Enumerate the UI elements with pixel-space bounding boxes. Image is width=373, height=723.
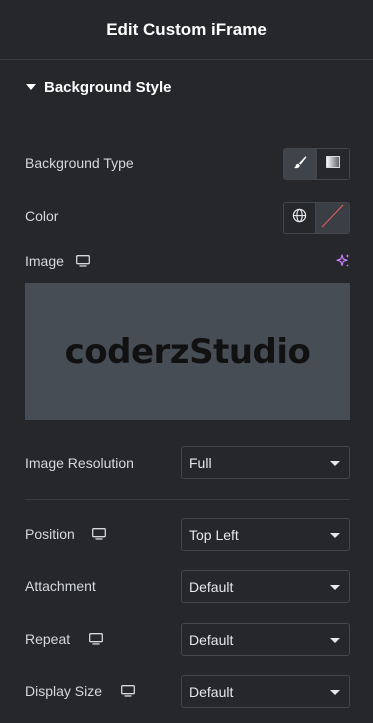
position-value: Top Left	[189, 526, 239, 543]
attachment-select[interactable]: Default	[181, 570, 350, 603]
image-label: Image	[25, 251, 90, 271]
panel-header: Edit Custom iFrame	[0, 0, 373, 60]
no-color-slash-icon	[316, 203, 349, 233]
panel-title: Edit Custom iFrame	[106, 19, 267, 39]
desktop-icon[interactable]	[121, 685, 135, 697]
display-size-label: Display Size	[25, 681, 135, 701]
color-label: Color	[25, 206, 58, 226]
chevron-down-icon	[330, 638, 340, 643]
attachment-label: Attachment	[25, 576, 96, 596]
repeat-label: Repeat	[25, 629, 104, 649]
chevron-down-icon	[330, 585, 340, 590]
global-colors-button[interactable]	[284, 203, 315, 233]
attachment-label-text: Attachment	[25, 578, 96, 594]
position-label-text: Position	[25, 526, 75, 542]
section-divider	[25, 499, 350, 500]
display-size-label-text: Display Size	[25, 683, 103, 699]
repeat-select[interactable]: Default	[181, 623, 350, 656]
chevron-down-icon	[330, 533, 340, 538]
background-type-label-text: Background Type	[25, 155, 134, 171]
caret-down-icon	[26, 84, 36, 90]
image-label-text: Image	[25, 253, 64, 269]
repeat-value: Default	[189, 631, 234, 648]
chevron-down-icon	[330, 690, 340, 695]
image-resolution-value: Full	[189, 454, 212, 471]
chevron-down-icon	[330, 461, 340, 466]
globe-icon	[292, 208, 307, 228]
section-title: Background Style	[44, 78, 172, 96]
image-logo: coderzStudio	[64, 331, 311, 372]
display-size-select[interactable]: Default	[181, 675, 350, 708]
repeat-label-text: Repeat	[25, 631, 71, 647]
image-resolution-label-text: Image Resolution	[25, 455, 134, 471]
color-swatch-button[interactable]	[315, 203, 349, 233]
color-control	[283, 202, 350, 234]
color-label-text: Color	[25, 208, 59, 224]
section-toggle-background-style[interactable]: Background Style	[26, 76, 172, 98]
background-type-gradient-button[interactable]	[316, 149, 349, 179]
background-type-label: Background Type	[25, 153, 134, 173]
desktop-icon[interactable]	[91, 528, 106, 540]
image-resolution-select[interactable]: Full	[181, 446, 350, 479]
desktop-icon[interactable]	[89, 633, 104, 645]
background-type-toggle	[283, 148, 350, 180]
image-preview[interactable]: coderzStudio	[25, 283, 350, 420]
image-resolution-label: Image Resolution	[25, 453, 134, 473]
display-size-value: Default	[189, 683, 234, 700]
position-label: Position	[25, 524, 106, 544]
attachment-value: Default	[189, 578, 234, 595]
ai-sparkle-icon[interactable]	[335, 253, 351, 269]
gradient-icon	[326, 155, 340, 173]
background-type-classic-button[interactable]	[284, 149, 316, 179]
position-select[interactable]: Top Left	[181, 518, 350, 551]
desktop-icon[interactable]	[75, 255, 90, 267]
paint-brush-icon	[293, 155, 307, 174]
